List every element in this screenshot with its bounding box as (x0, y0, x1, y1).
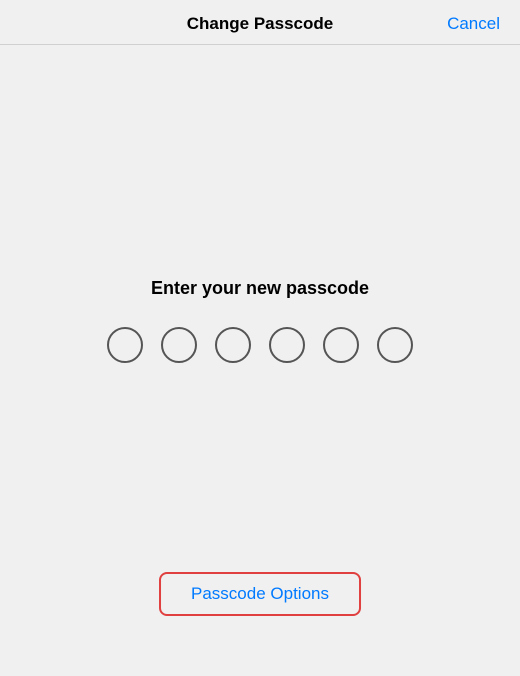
passcode-dot-5 (323, 327, 359, 363)
passcode-dot-1 (107, 327, 143, 363)
prompt-text: Enter your new passcode (151, 278, 369, 299)
passcode-dot-4 (269, 327, 305, 363)
options-button-wrapper: Passcode Options (159, 572, 361, 616)
passcode-dot-3 (215, 327, 251, 363)
page-title: Change Passcode (187, 14, 333, 34)
passcode-dot-6 (377, 327, 413, 363)
passcode-options-button[interactable]: Passcode Options (159, 572, 361, 616)
page-container: Change Passcode Cancel Enter your new pa… (0, 0, 520, 676)
cancel-button[interactable]: Cancel (447, 14, 500, 34)
passcode-dots (107, 327, 413, 363)
passcode-dot-2 (161, 327, 197, 363)
header: Change Passcode Cancel (0, 0, 520, 45)
